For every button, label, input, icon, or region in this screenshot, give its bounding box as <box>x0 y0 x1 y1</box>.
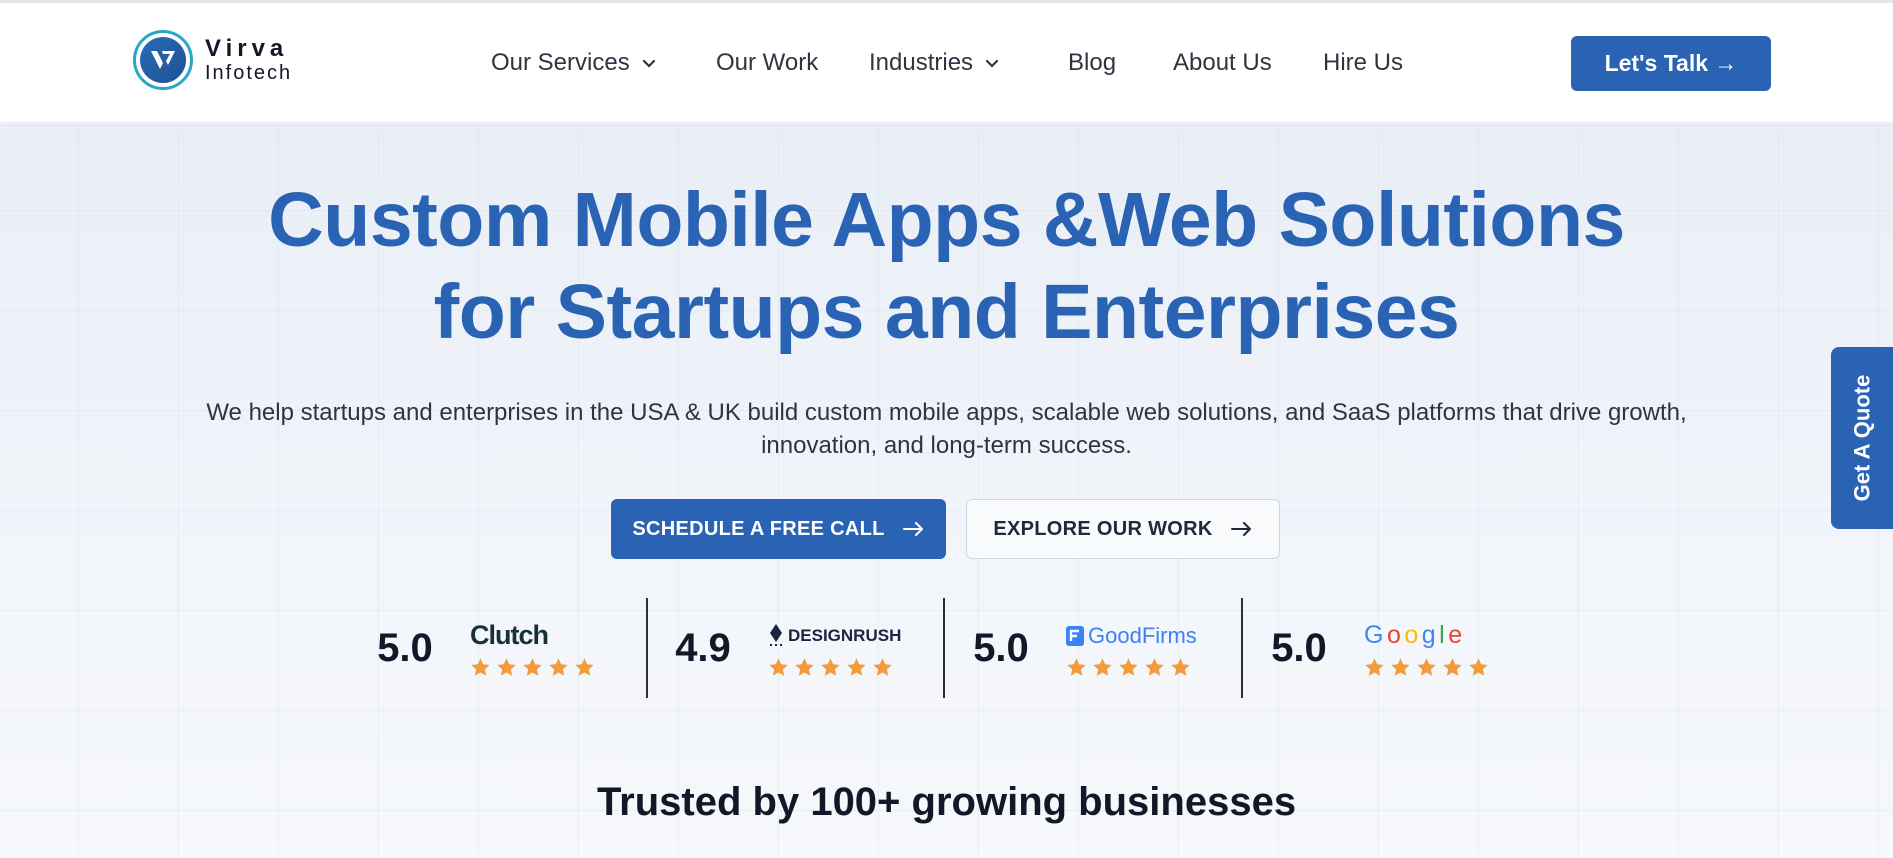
hero-subtitle-line1: We help startups and enterprises in the … <box>206 399 1687 426</box>
star-rating <box>1066 657 1197 678</box>
divider <box>1241 598 1243 698</box>
star-rating <box>768 657 901 678</box>
trusted-heading: Trusted by 100+ growing businesses <box>596 780 1297 824</box>
get-a-quote-label: Get A Quote <box>1849 374 1874 502</box>
star-icon <box>873 657 892 676</box>
star-icon <box>1365 657 1384 676</box>
google-logo: Google <box>1364 621 1462 649</box>
star-icon <box>497 657 516 676</box>
star-icon <box>549 657 568 676</box>
rating-clutch[interactable]: 5.0 Clutch <box>360 598 650 698</box>
star-rating <box>470 657 595 678</box>
rating-goodfirms[interactable]: 5.0 GoodFirms <box>956 598 1246 698</box>
rating-score: 5.0 <box>973 625 1029 670</box>
star-icon <box>1093 657 1112 676</box>
schedule-call-button[interactable]: SCHEDULE A FREE CALL <box>611 499 946 559</box>
rating-score: 4.9 <box>675 625 731 670</box>
star-icon <box>471 657 490 676</box>
star-icon <box>1443 657 1462 676</box>
explore-work-button[interactable]: EXPLORE OUR WORK <box>966 499 1280 559</box>
star-icon <box>1067 657 1086 676</box>
ratings-strip: 5.0 Clutch 4.9 DESIGNRUSH 5.0 GoodFirms … <box>360 598 1530 698</box>
nav-label: Blog <box>1068 49 1117 76</box>
star-icon <box>821 657 840 676</box>
star-icon <box>523 657 542 676</box>
hero-title-line2: for Startups and Enterprises <box>433 269 1460 355</box>
nav-label: About Us <box>1173 49 1272 76</box>
nav-blog[interactable]: Blog <box>1068 49 1116 77</box>
rating-designrush[interactable]: 4.9 DESIGNRUSH <box>658 598 948 698</box>
nav-label: Our Work <box>716 49 819 76</box>
nav-label: Industries <box>869 49 974 76</box>
schedule-call-label: SCHEDULE A FREE CALL <box>632 517 885 540</box>
star-icon <box>575 657 594 676</box>
chevron-down-icon <box>642 59 655 68</box>
clutch-logo: Clutch <box>470 620 549 650</box>
rating-score: 5.0 <box>1271 625 1327 670</box>
designrush-logo: DESIGNRUSH <box>788 625 902 645</box>
nav-industries[interactable]: Industries <box>869 49 1001 77</box>
nav-about-us[interactable]: About Us <box>1173 49 1272 77</box>
star-icon <box>1391 657 1410 676</box>
star-rating <box>1364 657 1489 678</box>
nav-hire-us[interactable]: Hire Us <box>1323 49 1403 77</box>
site-header: Virva Infotech Our Services Our Work Ind… <box>0 3 1893 123</box>
hero-title-line1: Custom Mobile Apps &Web Solutions <box>268 177 1625 263</box>
hero-section: Custom Mobile Apps &Web Solutions for St… <box>0 124 1893 858</box>
star-icon <box>1171 657 1190 676</box>
star-icon <box>769 657 788 676</box>
star-icon <box>1417 657 1436 676</box>
rating-score: 5.0 <box>377 625 433 670</box>
star-icon <box>1469 657 1488 676</box>
chevron-down-icon <box>985 59 999 68</box>
lets-talk-button[interactable]: Let's Talk → <box>1571 36 1771 91</box>
nav-our-work[interactable]: Our Work <box>716 49 818 77</box>
divider <box>646 598 648 698</box>
star-icon <box>795 657 814 676</box>
goodfirms-mark-icon <box>1066 625 1084 646</box>
arrow-right-icon <box>902 522 923 536</box>
divider <box>943 598 945 698</box>
arrow-right-icon <box>1230 522 1251 536</box>
explore-work-label: EXPLORE OUR WORK <box>993 517 1213 540</box>
hero-subtitle: We help startups and enterprises in the … <box>160 396 1733 462</box>
nav-label: Hire Us <box>1323 49 1404 76</box>
nav-our-services[interactable]: Our Services <box>491 49 658 77</box>
star-icon <box>1119 657 1138 676</box>
rating-google[interactable]: 5.0 Google <box>1254 598 1544 698</box>
hero-title: Custom Mobile Apps &Web Solutions for St… <box>0 174 1893 358</box>
nav-label: Our Services <box>491 49 630 76</box>
star-icon <box>847 657 866 676</box>
get-a-quote-tab[interactable]: Get A Quote <box>1831 347 1893 529</box>
hero-subtitle-line2: innovation, and long-term success. <box>761 432 1132 459</box>
designrush-mark-icon <box>770 623 782 646</box>
goodfirms-logo: GoodFirms <box>1088 622 1197 648</box>
star-icon <box>1145 657 1164 676</box>
